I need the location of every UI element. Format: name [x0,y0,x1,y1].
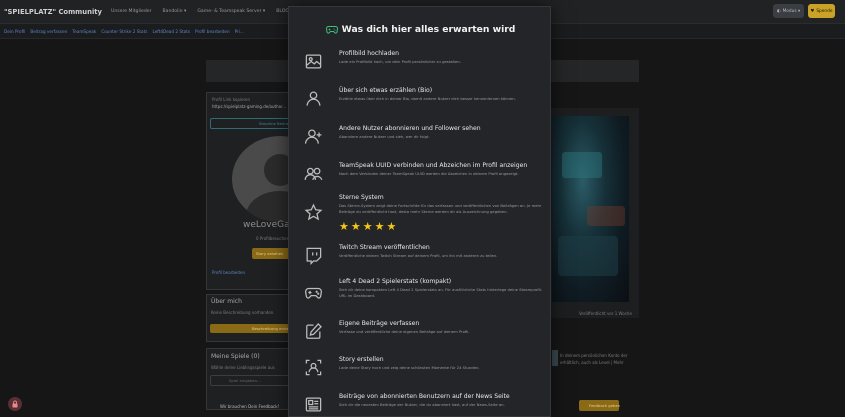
feature-desc: Sieh dir die neuesten Beiträge der Nutze… [339,403,505,407]
lock-icon [12,400,18,408]
feature-desc: Lade ein Profilbild hoch, um dein Profil… [339,60,461,64]
user-plus-icon [304,129,322,144]
games-search-input[interactable]: Spiel eingeben... [210,375,290,386]
edit-icon [306,323,322,339]
subnav-edit-profile[interactable]: Profil bearbeiten [195,29,230,34]
games-text: Wähle deine Lieblingsspiele aus [211,365,275,370]
feedback-button[interactable]: Feedback geben [579,400,621,411]
half-moon-icon: ◐ [776,8,781,14]
story-button[interactable]: Story ansehen [252,248,292,259]
copy-link-button[interactable]: Stephine Beitrag [210,118,291,129]
subnav-profile[interactable]: Dein Profil [4,29,25,34]
feature-title: Eigene Beiträge verfassen [339,320,420,327]
games-input-placeholder: Spiel eingeben... [229,378,261,383]
feature-title: Twitch Stream veröffentlichen [339,244,430,251]
profile-username: weLoveGar [243,220,294,230]
mode-toggle-button[interactable]: ◐ Modus ▾ [773,4,804,18]
feature-title: Beiträge von abonnierten Benutzern auf d… [339,393,510,400]
site-brand[interactable]: "SPIELPLATZ" Community [4,8,102,16]
subnav-l4d2-stats[interactable]: Left4Dead 2 Stats [152,29,190,34]
nav-bandolin[interactable]: Bandolin ▾ [163,9,187,14]
subnav-write-post[interactable]: Beitrag verfassen [30,29,67,34]
feature-desc: Erzähle etwas über dich in deiner Bio, d… [339,97,516,101]
floating-action-button[interactable] [8,397,22,411]
donate-label: Spende [816,8,833,14]
story-icon [305,359,322,376]
feature-title: Profilbild hochladen [339,50,399,57]
image-caption: Veröffentlicht vor 1 Woche [579,311,632,316]
nav-servers[interactable]: Game- & Teamspeak Server ▾ [197,9,265,14]
feature-desc: Veröffentliche deinen Twitch Stream auf … [339,254,498,258]
user-icon [306,91,321,106]
about-create-button[interactable]: Beschreibung erstellen [210,324,296,333]
star-filled-icon: ★ [362,220,373,233]
nav-members[interactable]: Unsere Mitglieder [111,9,152,14]
star-filled-icon: ★ [339,220,349,233]
feature-title: Über sich etwas erzählen (Bio) [339,87,433,94]
gamepad-icon [304,287,323,299]
about-text: Keine Beschreibung vorhanden. [211,310,275,315]
feature-desc: Nach dem Verbinden deiner TeamSpeak UUID… [339,172,519,176]
subnav-teamspeak[interactable]: TeamSpeak [72,29,96,34]
star-icon [304,203,323,221]
feature-title: Story erstellen [339,356,384,363]
edit-profile-link[interactable]: Profil bearbeiten [212,270,245,275]
mode-label: Modus ▾ [782,8,801,14]
modal-title-text: Was dich hier alles erwarten wird [341,24,516,35]
image-icon [305,54,322,69]
star-filled-icon: ★ [386,220,397,233]
users-icon [304,167,323,181]
side-text-1: In deinem persönlichen Konto der [560,353,628,358]
profile-visitors: 0 Profilbesucher [256,236,289,241]
feature-title: Left 4 Dead 2 Spielerstats (kompakt) [339,278,452,285]
star-filled-icon: ★ [374,220,385,233]
featured-image[interactable] [552,116,629,302]
games-title: Meine Spiele (0) [211,353,260,360]
feedback-banner: Wir brauchen Dein Feedback! [220,404,280,409]
newspaper-icon [305,397,322,412]
navbar-actions: ◐ Modus ▾ ♥ Spende [773,4,835,18]
gamepad-icon [325,26,338,34]
features-modal: Was dich hier alles erwarten wird Profil… [288,6,551,417]
feature-desc: Abonniere andere Nutzer und sieh, wer di… [339,135,430,139]
feature-desc: Verfasse und veröffentliche deine eigene… [339,330,470,334]
heart-icon: ♥ [810,8,815,14]
feature-desc: Lade deine Story hoch und zeig deine sch… [339,366,480,370]
profile-link-label: Profil Link kopieren [212,97,250,102]
twitch-icon [306,247,322,265]
modal-title: Was dich hier alles erwarten wird [289,24,552,35]
side-text-2: erhältlich, auch als Level | Mehr [560,360,624,365]
donate-button[interactable]: ♥ Spende [808,4,835,18]
side-thumbnail[interactable] [552,350,558,366]
subnav-more[interactable]: Pri... [235,29,244,34]
feature-title: Andere Nutzer abonnieren und Follower se… [339,125,481,132]
feature-desc: Sieh dir deine kompakten Left 4 Dead 2 S… [339,288,543,298]
feature-title: TeamSpeak UUID verbinden und Abzeichen i… [339,162,528,169]
copy-link-label: Stephine Beitrag [259,121,291,126]
star-rating: ★ ★ ★ ★ ★ [339,221,396,232]
profile-link-value[interactable]: https://spielplatz-gaming.de/author... [212,104,286,109]
star-filled-icon: ★ [350,220,361,233]
story-button-label: Story ansehen [256,251,284,256]
feedback-button-label: Feedback geben [589,403,621,408]
feature-desc: Das Sterne-System zeigt deine Fortschrit… [339,204,542,214]
about-title: Über mich [211,298,242,305]
subnav-cs2-stats[interactable]: Counter Strike 2 Stats [101,29,147,34]
feature-title: Sterne System [339,194,384,201]
